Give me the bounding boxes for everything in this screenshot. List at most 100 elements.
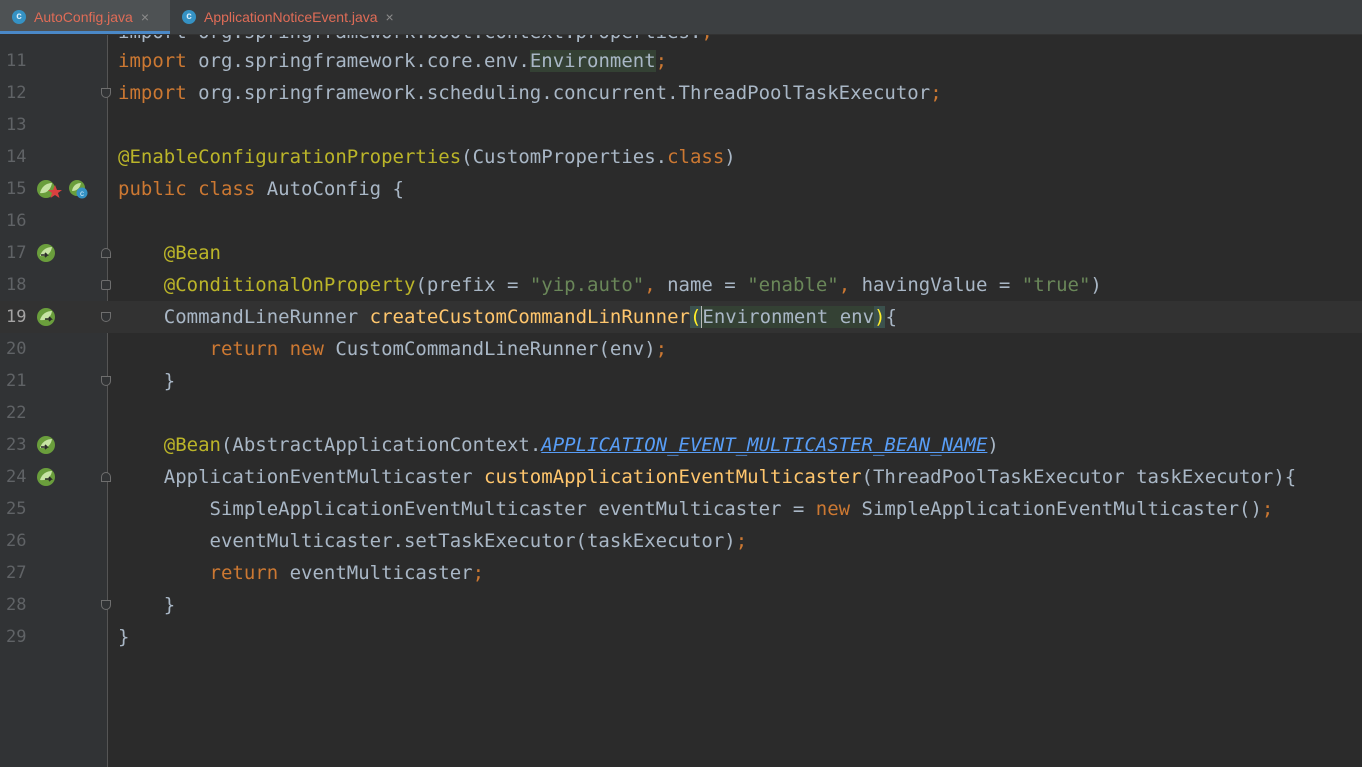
- code-text: ApplicationEventMulticaster customApplic…: [118, 461, 1296, 493]
- svg-text:c: c: [80, 189, 84, 198]
- code-text: CommandLineRunner createCustomCommandLin…: [118, 301, 897, 333]
- code-line-26[interactable]: 26 eventMulticaster.setTaskExecutor(task…: [0, 525, 1362, 557]
- fold-marker-icon[interactable]: [101, 600, 111, 610]
- spring-bean-navigate-icon[interactable]: [36, 243, 56, 263]
- package-token: org.springframework.scheduling.concurren…: [186, 82, 931, 104]
- fold-marker-icon[interactable]: [101, 248, 111, 258]
- fold-marker-icon[interactable]: [101, 280, 111, 290]
- code-text: @ConditionalOnProperty(prefix = "yip.aut…: [118, 269, 1102, 301]
- code-token: }: [118, 594, 176, 616]
- code-token: CustomCommandLineRunner(env): [323, 338, 656, 360]
- spring-bean-navigate-icon[interactable]: [36, 467, 56, 487]
- close-tab-icon[interactable]: ×: [386, 9, 394, 25]
- code-token: (CustomProperties.: [461, 146, 668, 168]
- class-token: Environment: [529, 50, 656, 72]
- code-token: ApplicationEventMulticaster: [118, 466, 485, 488]
- semicolon-token: ;: [1261, 498, 1274, 520]
- code-line-15[interactable]: 15 c public class AutoConfig {: [0, 173, 1362, 205]
- line-number: 22: [6, 403, 27, 423]
- line-number: 29: [6, 627, 27, 647]
- line-number: 26: [6, 531, 27, 551]
- code-line-18[interactable]: 18 @ConditionalOnProperty(prefix = "yip.…: [0, 269, 1362, 301]
- semicolon-token: ;: [655, 50, 668, 72]
- line-number: 24: [6, 467, 27, 487]
- code-line-16[interactable]: 16: [0, 205, 1362, 237]
- code-line-23[interactable]: 23 @Bean(AbstractApplicationContext.APPL…: [0, 429, 1362, 461]
- code-token: name =: [667, 274, 748, 296]
- package-token: org.springframework.core.env.: [186, 50, 530, 72]
- code-token: CommandLineRunner: [118, 306, 370, 328]
- code-line-14[interactable]: 14 @EnableConfigurationProperties(Custom…: [0, 141, 1362, 173]
- code-line-12[interactable]: 12 import org.springframework.scheduling…: [0, 77, 1362, 109]
- code-text: @Bean(AbstractApplicationContext.APPLICA…: [118, 429, 999, 461]
- code-line-13[interactable]: 13: [0, 109, 1362, 141]
- spring-config-icon[interactable]: c: [68, 179, 88, 199]
- keyword-token: import: [118, 82, 187, 104]
- keyword-token: return: [209, 562, 279, 584]
- code-token: eventMulticaster: [278, 562, 473, 584]
- semicolon-token: ;: [655, 338, 668, 360]
- code-token: }: [118, 370, 176, 392]
- code-line-29[interactable]: 29 }: [0, 621, 1362, 653]
- line-number: 18: [6, 275, 27, 295]
- close-tab-icon[interactable]: ×: [141, 9, 149, 25]
- line-number: 27: [6, 563, 27, 583]
- code-text: @EnableConfigurationProperties(CustomPro…: [118, 141, 736, 173]
- code-line-24[interactable]: 24 ApplicationEventMulticaster customApp…: [0, 461, 1362, 493]
- method-name-token: createCustomCommandLinRunner: [369, 306, 690, 328]
- code-text: import org.springframework.core.env.Envi…: [118, 45, 667, 77]
- fold-marker-icon[interactable]: [101, 88, 111, 98]
- editor-tab-bar: c AutoConfig.java × c ApplicationNoticeE…: [0, 0, 1362, 35]
- code-token: SimpleApplicationEventMulticaster(): [850, 498, 1262, 520]
- java-class-icon: c: [182, 10, 196, 24]
- code-text: return eventMulticaster;: [118, 557, 485, 589]
- code-token: SimpleApplicationEventMulticaster eventM…: [118, 498, 816, 520]
- semicolon-token: ;: [735, 530, 748, 552]
- spring-bean-navigate-icon[interactable]: [36, 307, 56, 327]
- java-class-icon: c: [12, 10, 26, 24]
- keyword-token: import: [118, 50, 187, 72]
- code-line-22[interactable]: 22: [0, 397, 1362, 429]
- fold-marker-icon[interactable]: [101, 376, 111, 386]
- spring-bean-navigate-icon[interactable]: [36, 435, 56, 455]
- fold-marker-icon[interactable]: [101, 472, 111, 482]
- code-line-19[interactable]: 19 CommandLineRunner createCustomCommand…: [0, 301, 1362, 333]
- code-text: import org.springframework.scheduling.co…: [118, 77, 942, 109]
- keyword-token: public class: [118, 178, 256, 200]
- code-token: ): [724, 146, 736, 168]
- semicolon-token: ;: [930, 82, 942, 104]
- tab-applicationnoticeevent[interactable]: c ApplicationNoticeEvent.java ×: [172, 0, 422, 34]
- string-token: "enable": [747, 274, 839, 296]
- code-line-28[interactable]: 28 }: [0, 589, 1362, 621]
- annotation-token: @Bean: [163, 434, 221, 456]
- code-token: (ThreadPoolTaskExecutor taskExecutor){: [861, 466, 1297, 488]
- keyword-token: return new: [209, 338, 324, 360]
- code-line-11[interactable]: 11 import org.springframework.core.env.E…: [0, 45, 1362, 77]
- method-name-token: customApplicationEventMulticaster: [484, 466, 862, 488]
- code-line-17[interactable]: 17 @Bean: [0, 237, 1362, 269]
- code-token: ): [1090, 274, 1102, 296]
- constant-link[interactable]: APPLICATION_EVENT_MULTICASTER_BEAN_NAME: [541, 434, 987, 456]
- annotation-token: @EnableConfigurationProperties: [118, 146, 462, 168]
- line-number: 14: [6, 147, 27, 167]
- code-line-27[interactable]: 27 return eventMulticaster;: [0, 557, 1362, 589]
- matched-paren: ): [874, 306, 886, 328]
- line-number: 13: [6, 115, 27, 135]
- code-line-20[interactable]: 20 return new CustomCommandLineRunner(en…: [0, 333, 1362, 365]
- line-number: 25: [6, 499, 27, 519]
- code-token: (prefix =: [415, 274, 530, 296]
- code-line-21[interactable]: 21 }: [0, 365, 1362, 397]
- code-editor[interactable]: import org.springframework.boot.context.…: [0, 35, 1362, 767]
- line-number: 12: [6, 83, 27, 103]
- code-line-25[interactable]: 25 SimpleApplicationEventMulticaster eve…: [0, 493, 1362, 525]
- code-text: public class AutoConfig {: [118, 173, 404, 205]
- line-number: 11: [6, 51, 27, 71]
- bookmark-star-icon[interactable]: [48, 185, 62, 199]
- code-text: eventMulticaster.setTaskExecutor(taskExe…: [118, 525, 748, 557]
- tab-autoconfig[interactable]: c AutoConfig.java ×: [0, 0, 170, 34]
- fold-marker-icon[interactable]: [101, 312, 111, 322]
